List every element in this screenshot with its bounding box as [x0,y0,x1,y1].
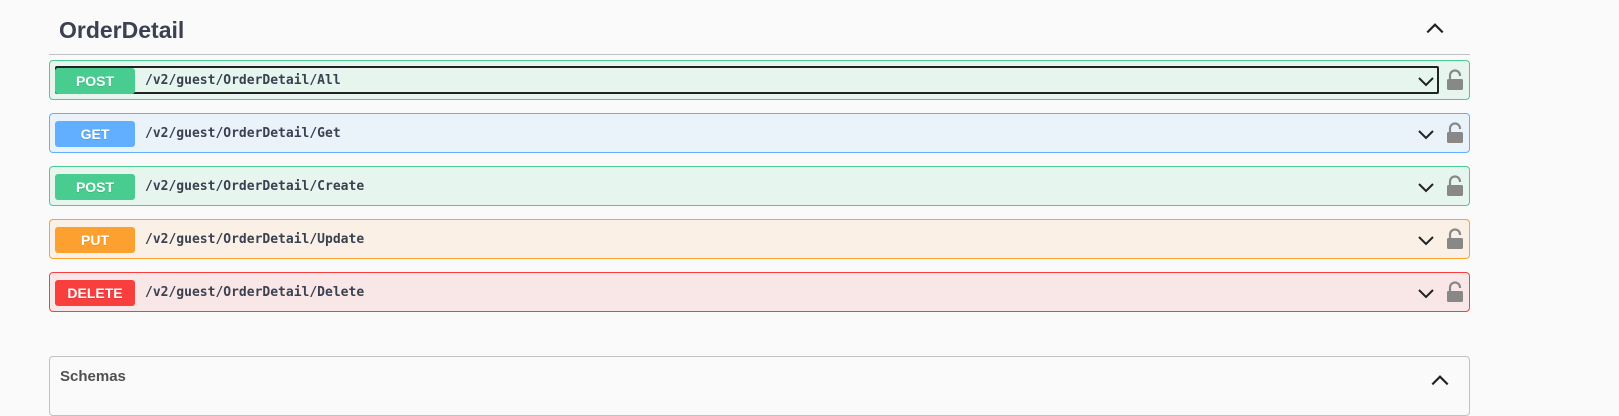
operation-path[interactable]: /v2/guest/OrderDetail/Get [145,126,341,141]
operation-post-all: POST /v2/guest/OrderDetail/All [49,60,1470,100]
operation-path[interactable]: /v2/guest/OrderDetail/Create [145,179,364,194]
method-badge: DELETE [55,280,135,306]
method-badge: PUT [55,227,135,253]
operation-path[interactable]: /v2/guest/OrderDetail/All [145,73,341,88]
chevron-down-icon[interactable] [1416,177,1436,197]
tag-section-header[interactable]: OrderDetail [49,0,1470,55]
operation-path[interactable]: /v2/guest/OrderDetail/Update [145,232,364,247]
operation-path[interactable]: /v2/guest/OrderDetail/Delete [145,285,364,300]
lock-icon[interactable] [1446,175,1464,197]
operation-post-create: POST /v2/guest/OrderDetail/Create [49,166,1470,206]
chevron-down-icon[interactable] [1416,230,1436,250]
chevron-up-icon[interactable] [1424,17,1446,39]
lock-icon[interactable] [1446,122,1464,144]
chevron-down-icon[interactable] [1416,124,1436,144]
lock-icon[interactable] [1446,228,1464,250]
chevron-up-icon[interactable] [1429,369,1451,391]
operation-get-get: GET /v2/guest/OrderDetail/Get [49,113,1470,153]
tag-title: OrderDetail [59,17,185,43]
chevron-down-icon[interactable] [1416,71,1436,91]
schemas-title: Schemas [60,368,126,385]
method-badge: GET [55,121,135,147]
lock-icon[interactable] [1446,281,1464,303]
schemas-section[interactable]: Schemas [49,356,1470,416]
method-badge: POST [55,68,135,94]
chevron-down-icon[interactable] [1416,283,1436,303]
method-badge: POST [55,174,135,200]
lock-icon[interactable] [1446,69,1464,91]
operation-put-update: PUT /v2/guest/OrderDetail/Update [49,219,1470,259]
operation-delete-delete: DELETE /v2/guest/OrderDetail/Delete [49,272,1470,312]
swagger-content: OrderDetail POST /v2/guest/OrderDetail/A… [49,0,1470,416]
